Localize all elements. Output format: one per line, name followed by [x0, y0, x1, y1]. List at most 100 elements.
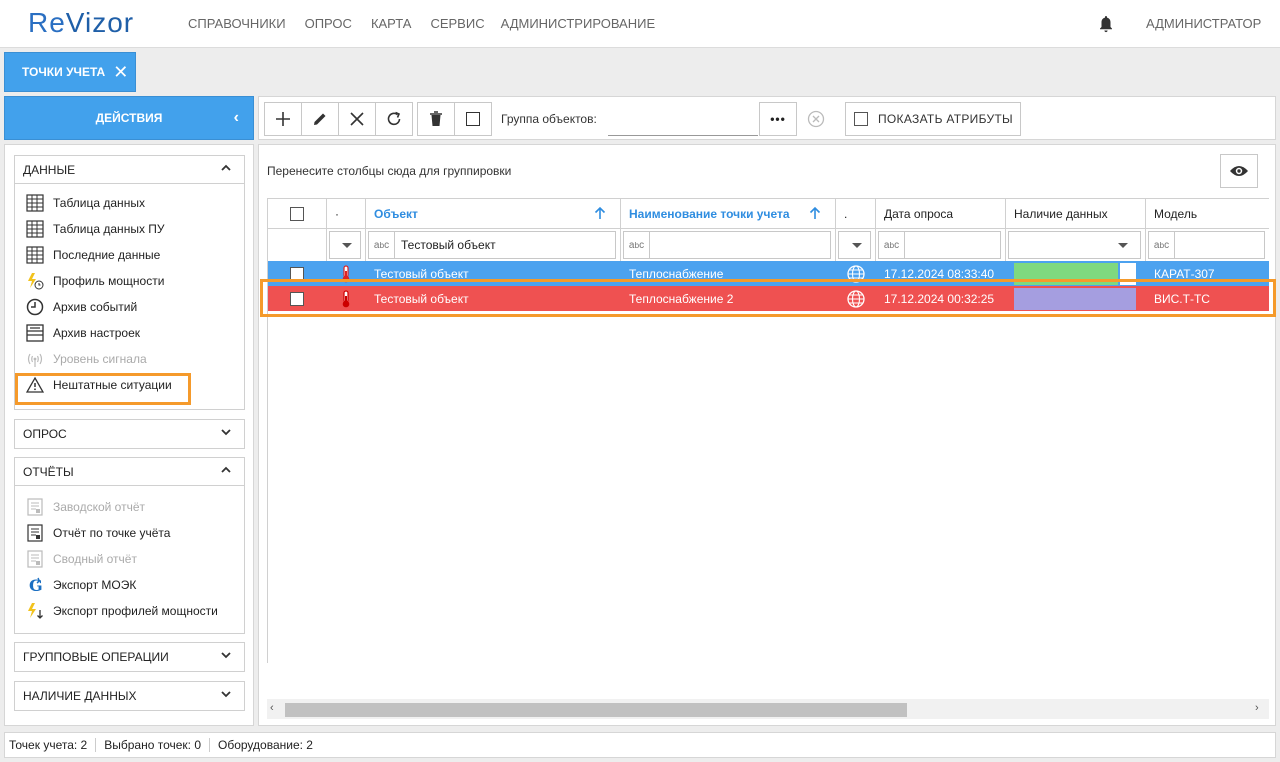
cell-point-name: Теплоснабжение 2 — [629, 291, 734, 306]
clear-circle-icon — [807, 110, 825, 128]
menu-item-directories[interactable]: Справочники — [188, 16, 286, 31]
top-bar: ReVizor Справочники Опрос Карта Сервис А… — [0, 0, 1280, 48]
sidebar-item-power-profile[interactable]: Профиль мощности — [15, 268, 244, 294]
sidebar-item-event-archive[interactable]: Архив событий — [15, 294, 244, 320]
filter-cell-empty — [268, 229, 327, 261]
group-objects-input[interactable] — [608, 102, 758, 136]
sidebar-item-factory-report[interactable]: Заводской отчёт — [15, 494, 244, 520]
header-object[interactable]: Объект — [366, 199, 621, 228]
add-button[interactable] — [264, 102, 302, 136]
filter-data-availability[interactable] — [1006, 229, 1146, 261]
horizontal-scrollbar[interactable]: ‹ › — [267, 699, 1269, 719]
section-data-availability-header[interactable]: Наличие данных — [15, 682, 244, 710]
menu-item-administration[interactable]: Администрирование — [501, 16, 656, 31]
edit-button[interactable] — [301, 102, 339, 136]
cell-object: Тестовый объект — [374, 266, 469, 281]
header-poll-date[interactable]: Дата опроса — [876, 199, 1006, 228]
filter-object[interactable]: a b c Тестовый объект — [366, 229, 621, 261]
menu-item-survey[interactable]: Опрос — [305, 16, 352, 31]
chevron-down-icon[interactable] — [220, 649, 232, 661]
row-select[interactable] — [268, 286, 327, 311]
sidebar-item-point-report[interactable]: Отчёт по точке учёта — [15, 520, 244, 546]
checkbox[interactable] — [290, 266, 304, 281]
row-select[interactable] — [268, 261, 327, 286]
chevron-up-icon[interactable] — [220, 464, 232, 476]
select-all-button[interactable] — [454, 102, 492, 136]
menu-item-service[interactable]: Сервис — [430, 16, 484, 31]
sidebar-item-moek-export[interactable]: G Экспорт МОЭК — [15, 572, 244, 598]
checkbox[interactable] — [290, 206, 304, 221]
report-icon — [25, 523, 45, 543]
sidebar-item-latest-data[interactable]: Последние данные — [15, 242, 244, 268]
show-attributes-toggle[interactable]: Показать атрибуты — [845, 102, 1021, 136]
table-icon — [25, 245, 45, 265]
filter-poll-date[interactable]: abc — [876, 229, 1006, 261]
thermometer-icon — [327, 286, 366, 311]
sidebar-item-power-profile-export[interactable]: Экспорт профилей мощности — [15, 598, 244, 624]
checkbox[interactable] — [290, 291, 304, 306]
header-select-all[interactable] — [268, 199, 327, 228]
user-menu[interactable]: Администратор — [1146, 16, 1261, 31]
globe-icon — [836, 261, 876, 286]
sidebar-item-emergencies[interactable]: Нештатные ситуации — [15, 372, 244, 398]
chevron-left-icon[interactable]: ‹ — [234, 109, 239, 127]
section-reports: Отчёты Заводской отчёт Отчёт по точке уч… — [14, 457, 245, 634]
report-icon — [25, 497, 45, 517]
filter-type[interactable] — [327, 229, 366, 261]
close-icon — [350, 112, 364, 126]
filter-point-name[interactable]: abc — [621, 229, 836, 261]
section-data-header[interactable]: Данные — [15, 156, 244, 184]
sidebar-item-settings-archive[interactable]: Архив настроек — [15, 320, 244, 346]
chevron-down-icon — [342, 242, 352, 248]
group-objects-clear-button[interactable] — [799, 102, 833, 136]
chevron-down-icon[interactable] — [220, 426, 232, 438]
text-filter-icon: abc — [624, 232, 650, 258]
header-status-column[interactable]: . — [836, 199, 876, 228]
table-row[interactable]: Тестовый объект Теплоснабжение 2 17.12.2… — [268, 286, 1269, 311]
sidebar-item-signal-level[interactable]: Уровень сигнала — [15, 346, 244, 372]
scroll-right-icon[interactable]: › — [1255, 702, 1267, 716]
section-survey-header[interactable]: Опрос — [15, 420, 244, 448]
text-filter-icon: abc — [369, 232, 395, 258]
bell-icon[interactable] — [1099, 15, 1113, 33]
table-row[interactable]: Тестовый объект Теплоснабжение 17.12.202… — [268, 261, 1269, 286]
data-availability-bar — [1014, 262, 1118, 285]
chevron-up-icon[interactable] — [220, 162, 232, 174]
settings-archive-icon — [25, 323, 45, 343]
cell-data-availability — [1006, 286, 1146, 311]
delete-button[interactable] — [338, 102, 376, 136]
section-reports-header[interactable]: Отчёты — [15, 458, 244, 486]
group-objects-browse-button[interactable]: ••• — [759, 102, 797, 136]
sidebar-item-data-table-pu[interactable]: Таблица данных ПУ — [15, 216, 244, 242]
header-data-availability[interactable]: Наличие данных — [1006, 199, 1146, 228]
section-data-availability: Наличие данных — [14, 681, 245, 711]
data-availability-bar — [1014, 287, 1136, 310]
menu-item-map[interactable]: Карта — [371, 16, 412, 31]
scroll-left-icon[interactable]: ‹ — [270, 702, 282, 716]
chevron-down-icon — [1118, 242, 1128, 248]
section-group-operations-header[interactable]: Групповые операции — [15, 643, 244, 671]
actions-header[interactable]: ДЕЙСТВИЯ ‹ — [4, 96, 254, 140]
filter-object-value[interactable]: Тестовый объект — [395, 238, 496, 252]
column-visibility-button[interactable] — [1220, 154, 1258, 188]
trash-button[interactable] — [417, 102, 455, 136]
header-type-column[interactable]: · — [327, 199, 366, 228]
scrollbar-thumb[interactable] — [285, 703, 907, 717]
header-model[interactable]: Модель — [1146, 199, 1269, 228]
filter-model[interactable]: abc — [1146, 229, 1269, 261]
filter-status[interactable] — [836, 229, 876, 261]
plus-icon — [276, 112, 290, 126]
logo[interactable]: ReVizor — [28, 7, 134, 39]
left-panel: Данные Таблица данных Таблица данных ПУ … — [4, 144, 254, 726]
header-point-name[interactable]: Наименование точки учета — [621, 199, 836, 228]
sidebar-item-data-table[interactable]: Таблица данных — [15, 190, 244, 216]
chevron-down-icon[interactable] — [220, 688, 232, 700]
table-icon — [25, 219, 45, 239]
status-points-count: Точек учета: 2 — [5, 738, 97, 752]
sidebar-item-summary-report[interactable]: Сводный отчёт — [15, 546, 244, 572]
refresh-button[interactable] — [375, 102, 413, 136]
grid-header-row: · Объект Наименование точки учета . Дата… — [268, 199, 1269, 228]
close-icon[interactable]: ✕ — [113, 63, 128, 81]
tab-metering-points[interactable]: ТОЧКИ УЧЕТА ✕ — [4, 52, 136, 92]
cell-data-availability — [1006, 261, 1146, 286]
